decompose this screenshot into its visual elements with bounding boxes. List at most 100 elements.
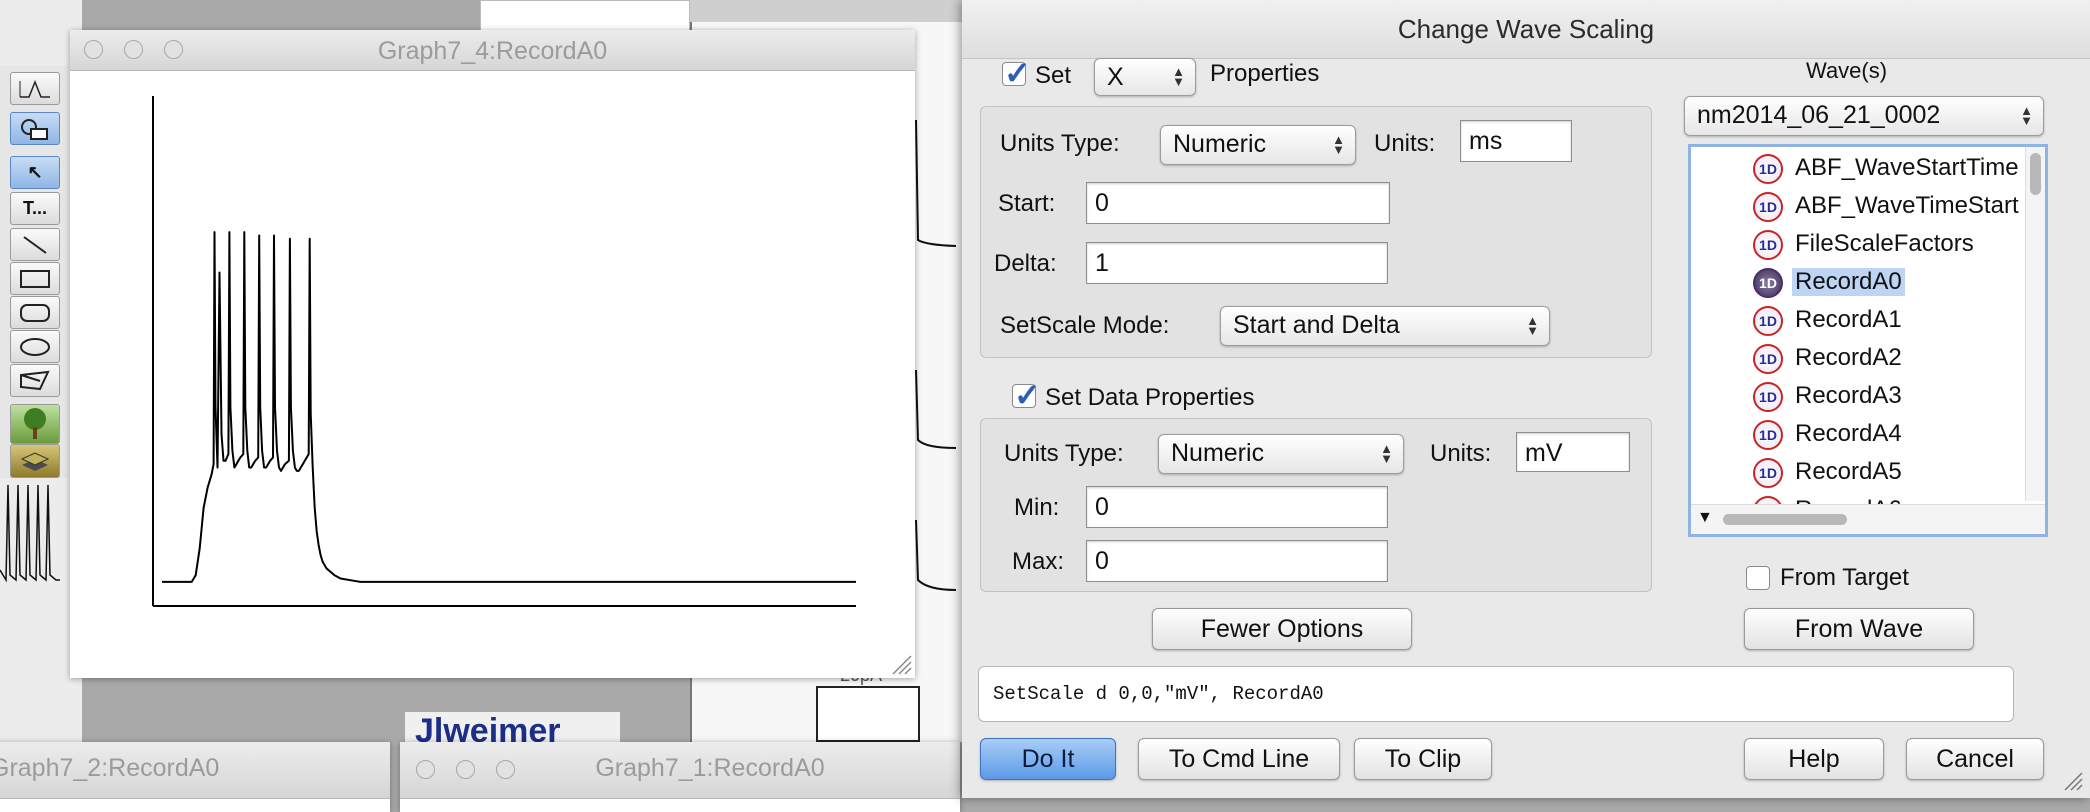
updown-arrows-icon: ▲ ▼ [1332, 132, 1345, 157]
graph7-4-title: Graph7_4:RecordA0 [377, 37, 608, 65]
x-units-label: Units: [1374, 130, 1436, 157]
wave-list-item[interactable]: 1D RecordA2 [1691, 339, 2019, 377]
wave-list-item[interactable]: 1D RecordA0 [1691, 263, 2019, 301]
wave-list-item-label: ABF_WaveTimeStart [1795, 192, 2019, 219]
wave-list-item-label: RecordA4 [1795, 420, 1902, 447]
graph7-1-titlebar[interactable]: Graph7_1:RecordA0 [400, 742, 960, 799]
min-field[interactable]: 0 [1086, 486, 1388, 528]
wave-icon: 1D [1753, 268, 1783, 298]
max-field[interactable]: 0 [1086, 540, 1388, 582]
graph7-4-titlebar[interactable]: Graph7_4:RecordA0 [70, 30, 915, 71]
polygon-tool[interactable] [10, 364, 60, 397]
arrow-tool[interactable]: ↖ [10, 156, 60, 189]
wave-list-item[interactable]: 1D ABF_WaveStartTime [1691, 149, 2019, 187]
wave-list-item-label: RecordA0 [1792, 268, 1905, 296]
background-scale-box [816, 686, 920, 742]
graph7-2-window[interactable]: Graph7_2:RecordA0 [0, 742, 390, 812]
line-icon [23, 235, 47, 254]
resize-grip-icon[interactable] [2062, 770, 2084, 792]
x-units-type-label: Units Type: [1000, 130, 1120, 157]
wave-icon: 1D [1753, 344, 1783, 374]
recording-chart[interactable] [70, 72, 915, 678]
line-tool[interactable] [10, 228, 60, 261]
updown-arrows-icon: ▲ ▼ [1172, 64, 1185, 89]
rounded-rect-icon [20, 303, 50, 322]
delta-field[interactable]: 1 [1086, 242, 1388, 284]
vertical-scrollbar[interactable] [2025, 147, 2045, 501]
folder-popup[interactable]: nm2014_06_21_0002 ▲ ▼ [1684, 96, 2044, 136]
max-label: Max: [1012, 548, 1065, 575]
resize-grip-icon[interactable] [889, 652, 913, 676]
wave-list-item-label: RecordA2 [1795, 344, 1902, 371]
help-button[interactable]: Help [1744, 738, 1884, 780]
graph7-2-title: Graph7_2:RecordA0 [0, 754, 220, 782]
data-units-field[interactable]: mV [1516, 432, 1630, 472]
arrow-icon: ↖ [27, 162, 43, 182]
text-tool[interactable]: T... [10, 192, 60, 225]
set-label: Set [1035, 62, 1072, 89]
wave-list-item[interactable]: 1D ABF_WaveTimeStart [1691, 187, 2019, 225]
data-units-type-popup[interactable]: Numeric ▲ ▼ [1158, 434, 1404, 474]
cancel-button[interactable]: Cancel [1906, 738, 2044, 780]
wave-icon: 1D [1753, 154, 1783, 184]
wave-list-item[interactable]: 1D FileScaleFactors [1691, 225, 2019, 263]
scroll-down-arrow-icon[interactable]: ▼ [1697, 509, 1713, 527]
x-units-field[interactable]: ms [1460, 120, 1572, 162]
to-cmd-line-button[interactable]: To Cmd Line [1138, 738, 1340, 780]
data-units-type-value: Numeric [1171, 439, 1265, 467]
rectangle-tool[interactable] [10, 262, 60, 295]
wave-icon: 1D [1753, 230, 1783, 260]
graph-mode-tool[interactable] [10, 72, 60, 105]
tool-palette: ↖ T... [0, 66, 68, 478]
command-preview: SetScale d 0,0,"mV", RecordA0 [978, 666, 2014, 722]
oval-icon [20, 337, 50, 356]
from-wave-button[interactable]: From Wave [1744, 608, 1974, 650]
graph7-4-window[interactable]: Graph7_4:RecordA0 [70, 30, 915, 678]
wave-list[interactable]: 1DRecordA61DRecordA51DRecordA41DRecordA3… [1688, 144, 2048, 537]
setscale-mode-label: SetScale Mode: [1000, 312, 1170, 339]
x-units-type-value: Numeric [1173, 130, 1267, 158]
vertical-scroll-thumb[interactable] [2030, 153, 2041, 195]
rounded-rect-tool[interactable] [10, 296, 60, 329]
wave-list-item-label: FileScaleFactors [1795, 230, 1974, 257]
set-axis-checkbox[interactable]: ✓ [1002, 55, 1031, 91]
to-clip-button[interactable]: To Clip [1354, 738, 1492, 780]
data-units-label: Units: [1430, 440, 1492, 467]
wave-list-item[interactable]: 1D RecordA5 [1691, 453, 2019, 491]
wave-list-item[interactable]: 1D RecordA4 [1691, 415, 2019, 453]
updown-arrows-icon: ▲ ▼ [1380, 441, 1393, 466]
drawing-mode-tool[interactable] [10, 112, 60, 145]
start-field[interactable]: 0 [1086, 182, 1390, 224]
wave-list-item[interactable]: 1D RecordA3 [1691, 377, 2019, 415]
change-wave-scaling-dialog: Change Wave Scaling ✓ Set X ▲ ▼ Propertie… [962, 0, 2090, 798]
wave-icon: 1D [1753, 382, 1783, 412]
setscale-mode-value: Start and Delta [1233, 311, 1400, 339]
wave-list-item-label: ABF_WaveStartTime [1795, 154, 2019, 181]
updown-arrows-icon: ▲ ▼ [2020, 103, 2033, 128]
graph7-2-titlebar[interactable]: Graph7_2:RecordA0 [0, 742, 390, 799]
rectangle-icon [20, 269, 50, 288]
x-units-type-popup[interactable]: Numeric ▲ ▼ [1160, 125, 1356, 165]
oval-tool[interactable] [10, 330, 60, 363]
dialog-title: Change Wave Scaling [962, 0, 2090, 59]
close-icon[interactable] [416, 760, 435, 779]
wave-list-item[interactable]: 1D RecordA1 [1691, 301, 2019, 339]
horizontal-scroll-thumb[interactable] [1723, 514, 1847, 525]
do-it-button[interactable]: Do It [980, 738, 1116, 780]
fewer-options-button[interactable]: Fewer Options [1152, 608, 1412, 650]
picture-tool[interactable] [10, 404, 60, 444]
axis-popup[interactable]: X ▲ ▼ [1094, 58, 1196, 96]
shapes-icon [21, 118, 48, 140]
set-data-properties-checkbox[interactable]: ✓ [1012, 377, 1041, 413]
graph7-1-window[interactable]: Graph7_1:RecordA0 [400, 742, 960, 812]
from-target-checkbox[interactable] [1746, 566, 1770, 590]
start-label: Start: [998, 190, 1056, 217]
horizontal-scrollbar[interactable]: ▼ [1691, 504, 2045, 534]
wave-icon: 1D [1753, 458, 1783, 488]
checkmark-icon: ✓ [1004, 55, 1031, 91]
setscale-mode-popup[interactable]: Start and Delta ▲ ▼ [1220, 306, 1550, 346]
min-label: Min: [1014, 494, 1060, 521]
set-data-properties-label: Set Data Properties [1045, 384, 1255, 411]
layer-tool[interactable] [10, 444, 60, 478]
updown-arrows-icon: ▲ ▼ [1526, 313, 1539, 338]
